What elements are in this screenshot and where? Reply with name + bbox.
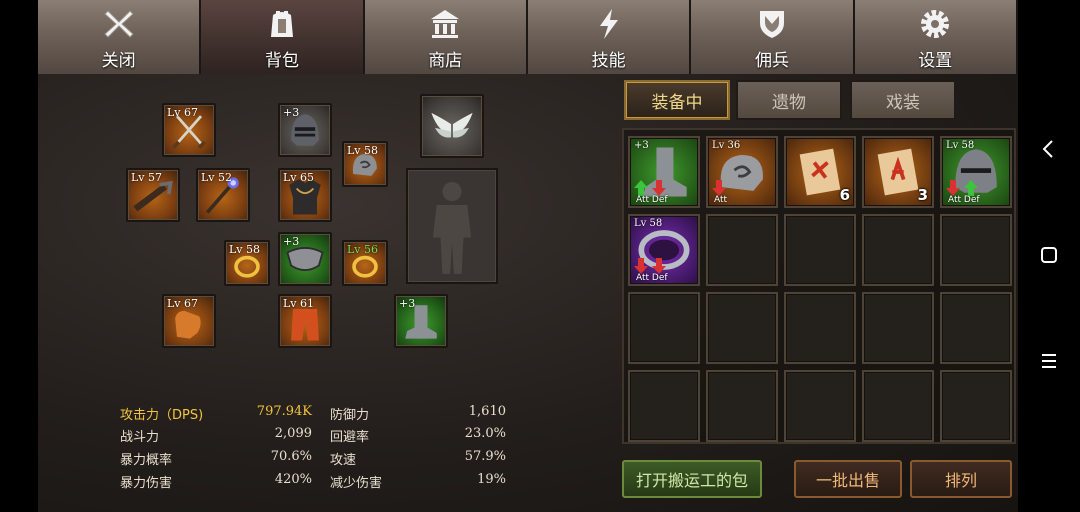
- slot-level: Lv 67: [167, 106, 199, 119]
- inventory-empty-slot[interactable]: [940, 292, 1012, 364]
- square-icon: [1041, 247, 1057, 263]
- equip-slot-ring-left[interactable]: Lv 58: [224, 240, 270, 286]
- stat-down-arrow-icon: [712, 180, 726, 196]
- slot-level: +3: [283, 235, 300, 248]
- inventory-empty-slot[interactable]: [940, 214, 1012, 286]
- close-icon: [101, 6, 137, 42]
- slot-level: +3: [399, 297, 416, 310]
- backpack-icon: [264, 6, 300, 42]
- equip-slot-swords[interactable]: Lv 67: [162, 103, 216, 157]
- inventory-empty-slot[interactable]: [862, 292, 934, 364]
- equip-slot-ring-right[interactable]: Lv 56: [342, 240, 388, 286]
- open-porter-bag-button[interactable]: 打开搬运工的包: [622, 460, 762, 498]
- slot-level: Lv 65: [283, 171, 315, 184]
- equip-slot-pauldron[interactable]: Lv 58: [342, 141, 388, 187]
- tab-mercenary[interactable]: 佣兵: [691, 0, 855, 74]
- equip-slot-boots[interactable]: +3: [394, 294, 448, 348]
- nav-home-button[interactable]: [1032, 238, 1066, 272]
- inventory-empty-slot[interactable]: [862, 370, 934, 442]
- inventory-empty-slot[interactable]: [706, 370, 778, 442]
- inventory-empty-slot[interactable]: [862, 214, 934, 286]
- sort-button[interactable]: 排列: [910, 460, 1012, 498]
- menu-lines-icon: [1042, 354, 1056, 368]
- slot-level: Lv 58: [347, 144, 379, 157]
- stat-up-arrow-icon: [964, 180, 978, 196]
- inventory-empty-slot[interactable]: [628, 292, 700, 364]
- equip-slot-wings[interactable]: [420, 94, 484, 158]
- tab-settings[interactable]: 设置: [854, 0, 1018, 74]
- inventory-empty-slot[interactable]: [706, 214, 778, 286]
- slot-level: Lv 61: [283, 297, 315, 310]
- shop-icon: [427, 6, 463, 42]
- slot-level: Lv 67: [167, 297, 199, 310]
- inventory-empty-slot[interactable]: [706, 292, 778, 364]
- bulk-sell-button[interactable]: 一批出售: [794, 460, 902, 498]
- tab-shop-label: 商店: [428, 51, 463, 71]
- inventory-item-ring[interactable]: Lv 58 Att Def: [628, 214, 700, 286]
- equip-slot-gloves[interactable]: Lv 67: [162, 294, 216, 348]
- stat-down-arrow-icon: [652, 180, 666, 196]
- inventory-item-boots[interactable]: +3 Att Def: [628, 136, 700, 208]
- gear-icon: [917, 6, 953, 42]
- tab-equipped[interactable]: 装备中: [624, 80, 730, 120]
- inventory-grid: +3 Att Def Lv 36 Att 6 3 Lv 58 Att Def L…: [622, 128, 1016, 444]
- equip-slot-pants[interactable]: Lv 61: [278, 294, 332, 348]
- stat-down-arrow-icon: [652, 258, 666, 274]
- tab-shop[interactable]: 商店: [364, 0, 528, 74]
- tab-relics[interactable]: 遗物: [736, 80, 842, 120]
- tab-close[interactable]: 关闭: [38, 0, 202, 74]
- slot-level: Lv 52: [201, 171, 233, 184]
- mercenary-shield-icon: [754, 6, 790, 42]
- stat-down-arrow-icon: [634, 258, 648, 274]
- equip-slot-staff[interactable]: Lv 52: [196, 168, 250, 222]
- tab-skills-label: 技能: [591, 51, 626, 71]
- inventory-item-pauldron[interactable]: Lv 36 Att: [706, 136, 778, 208]
- skill-lightning-icon: [591, 6, 627, 42]
- inventory-empty-slot[interactable]: [784, 214, 856, 286]
- tab-backpack[interactable]: 背包: [201, 0, 365, 74]
- slot-level: Lv 56: [347, 243, 379, 256]
- nav-menu-button[interactable]: [1032, 344, 1066, 378]
- slot-level: +3: [283, 106, 300, 119]
- inventory-empty-slot[interactable]: [940, 370, 1012, 442]
- equip-slot-armor[interactable]: Lv 65: [278, 168, 332, 222]
- inventory-empty-slot[interactable]: [784, 292, 856, 364]
- tab-close-label: 关闭: [101, 51, 136, 71]
- tab-backpack-label: 背包: [264, 51, 299, 71]
- tab-settings-label: 设置: [918, 51, 953, 71]
- tab-skills[interactable]: 技能: [527, 0, 692, 74]
- inventory-empty-slot[interactable]: [628, 370, 700, 442]
- chevron-left-icon: [1042, 140, 1053, 158]
- equip-slot-helmet[interactable]: +3: [278, 103, 332, 157]
- nav-back-button[interactable]: [1032, 132, 1066, 166]
- slot-level: Lv 58: [229, 243, 261, 256]
- tab-costumes[interactable]: 戏装: [850, 80, 956, 120]
- inventory-item-scroll[interactable]: 3: [862, 136, 934, 208]
- equip-slot-necklace[interactable]: +3: [278, 232, 332, 286]
- slot-level: Lv 57: [131, 171, 163, 184]
- inventory-empty-slot[interactable]: [784, 370, 856, 442]
- tab-mercenary-label: 佣兵: [754, 51, 789, 71]
- inventory-item-scroll[interactable]: 6: [784, 136, 856, 208]
- inventory-item-helmet[interactable]: Lv 58 Att Def: [940, 136, 1012, 208]
- stat-up-arrow-icon: [634, 180, 648, 196]
- wings-icon: [431, 112, 473, 138]
- character-silhouette: [406, 168, 498, 284]
- equip-slot-crossbow[interactable]: Lv 57: [126, 168, 180, 222]
- top-menu: 关闭 背包 商店 技能 佣兵 设置: [38, 0, 1018, 74]
- stat-down-arrow-icon: [946, 180, 960, 196]
